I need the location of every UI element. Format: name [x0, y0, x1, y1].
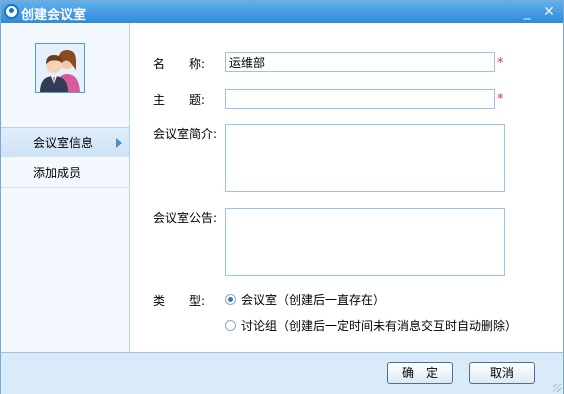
resize-grip[interactable]: [553, 384, 561, 392]
arrow-right-icon: [116, 138, 122, 148]
topic-input[interactable]: [225, 89, 495, 109]
intro-textarea[interactable]: [225, 124, 505, 192]
notice-label: 会议室公告:: [153, 211, 218, 225]
minimize-button[interactable]: _: [518, 3, 536, 21]
name-label: 名 称:: [153, 57, 206, 71]
dialog-footer: 确 定 取消: [1, 352, 563, 394]
type-radio-meeting-room[interactable]: [225, 294, 236, 305]
sidebar-item-meeting-room-info[interactable]: 会议室信息: [1, 127, 129, 157]
type-option-label: 讨论组（创建后一定时间未有消息交互时自动删除）: [241, 319, 518, 333]
sidebar: 会议室信息 添加成员: [1, 23, 130, 352]
group-users-icon: [35, 43, 85, 93]
topic-label: 主 题:: [153, 93, 206, 107]
title-bar[interactable]: 创建会议室 _ ✕: [1, 1, 563, 23]
sidebar-item-add-members[interactable]: 添加成员: [1, 158, 129, 188]
sidebar-item-label: 会议室信息: [33, 136, 94, 150]
topic-required-mark: *: [497, 92, 504, 107]
app-logo-icon: [4, 4, 19, 19]
name-input[interactable]: [225, 52, 495, 72]
type-radio-discussion-group[interactable]: [225, 320, 236, 331]
notice-textarea[interactable]: [225, 208, 505, 276]
create-meeting-room-dialog: 创建会议室 _ ✕ 会议室信息 添加成员 名 称: 运维部 * 主 题: * 会…: [0, 0, 564, 394]
ok-button[interactable]: 确 定: [387, 362, 453, 384]
type-label: 类 型:: [153, 294, 206, 308]
name-required-mark: *: [497, 56, 504, 71]
close-button[interactable]: ✕: [540, 3, 558, 21]
intro-label: 会议室简介:: [153, 127, 218, 141]
window-title: 创建会议室: [21, 8, 87, 23]
sidebar-item-label: 添加成员: [33, 166, 82, 180]
type-option-label: 会议室（创建后一直存在）: [241, 293, 386, 307]
cancel-button[interactable]: 取消: [469, 362, 535, 384]
